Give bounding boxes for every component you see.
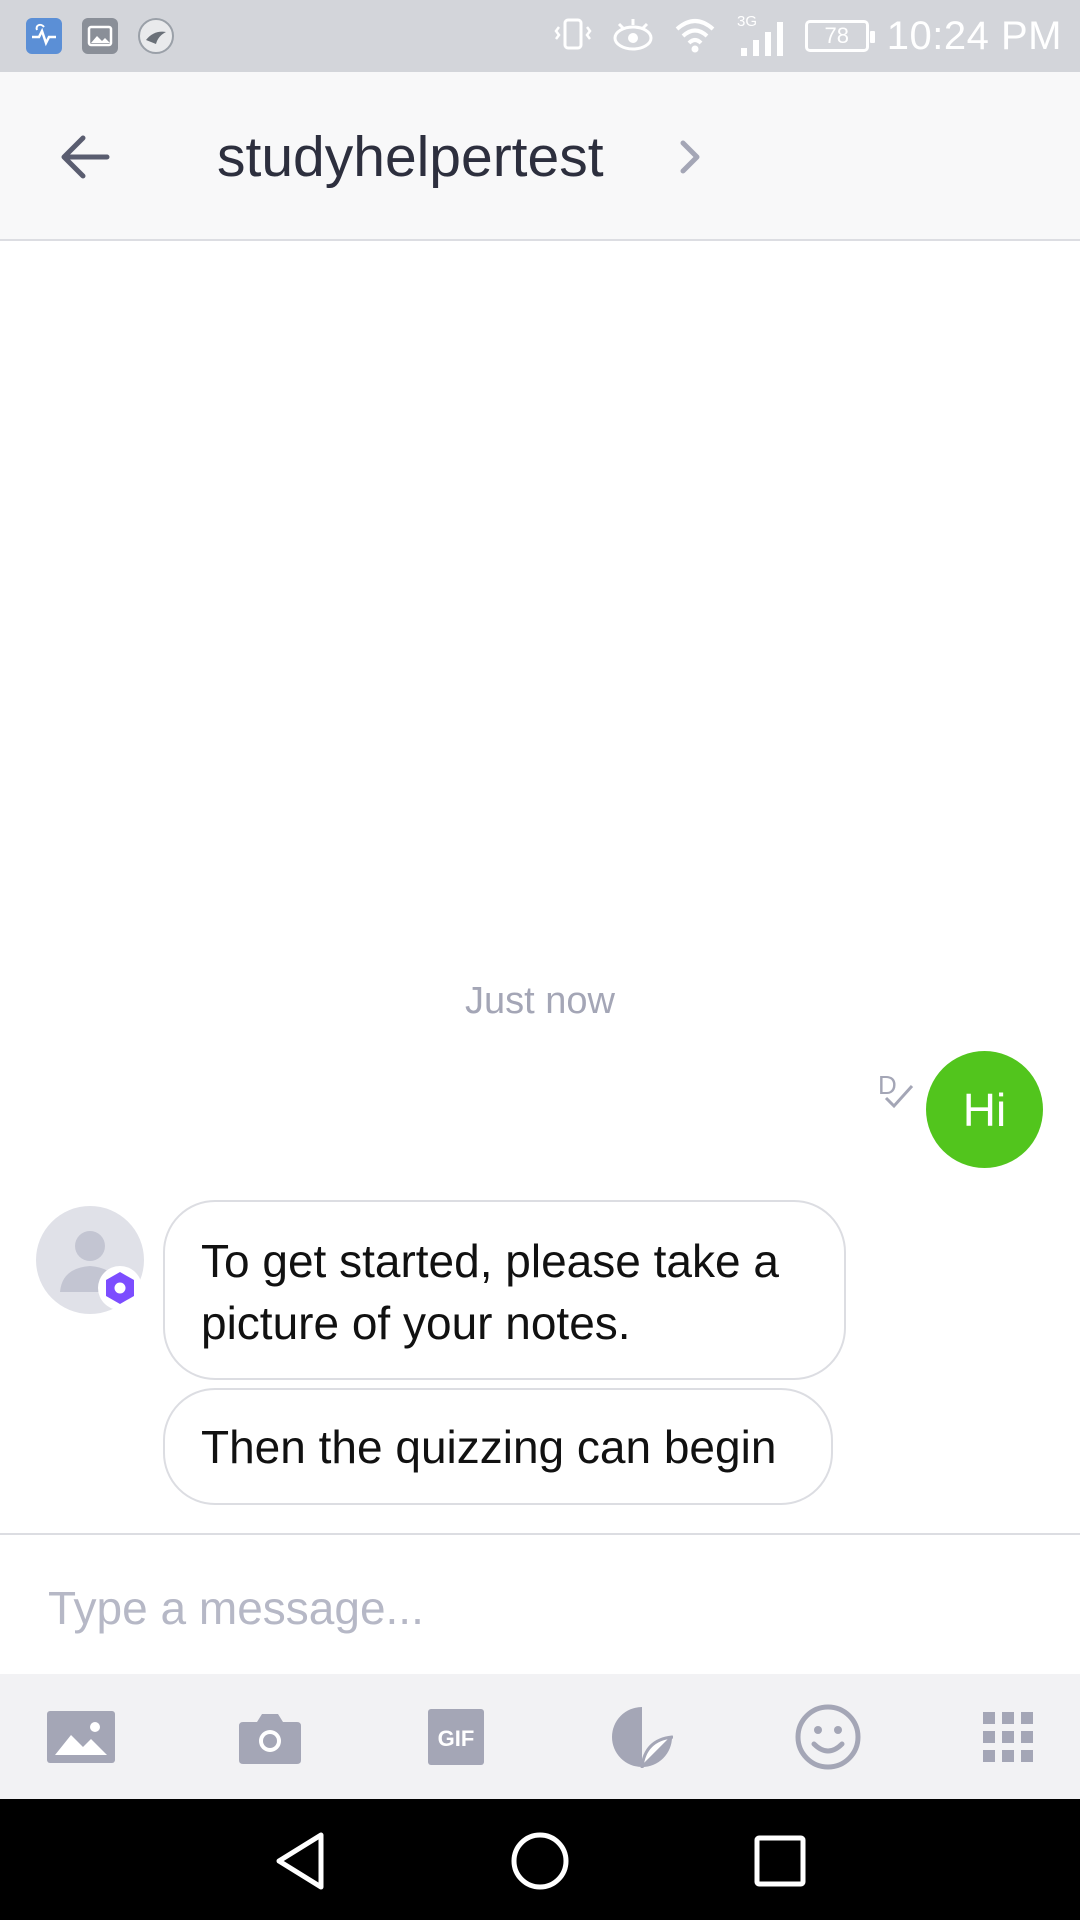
image-icon[interactable] <box>46 1704 116 1770</box>
notification-icons <box>26 18 174 54</box>
received-message-text: Then the quizzing can begin <box>201 1420 777 1473</box>
bot-badge-icon <box>98 1266 142 1310</box>
read-indicator-label: D <box>878 1070 897 1100</box>
back-button[interactable] <box>50 122 120 192</box>
apps-grid-icon[interactable] <box>973 1704 1043 1770</box>
cell-signal-icon: 3G <box>735 12 787 61</box>
sent-message-text: Hi <box>962 1083 1007 1136</box>
status-bar: 3G 78 10:24 PM <box>0 0 1080 72</box>
heart-monitor-icon <box>26 18 62 54</box>
gif-icon[interactable]: GIF <box>421 1704 491 1770</box>
read-indicator: D <box>878 1070 916 1114</box>
battery-level: 78 <box>824 23 850 48</box>
sticker-icon[interactable] <box>607 1704 677 1770</box>
chat-title[interactable]: studyhelpertest <box>217 122 604 192</box>
composer-toolbar: GIF <box>0 1674 1080 1799</box>
system-nav-bar <box>0 1799 1080 1920</box>
message-timestamp: Just now <box>465 980 615 1022</box>
composer-divider <box>0 1533 1080 1535</box>
gif-label: GIF <box>438 1726 475 1751</box>
chevron-right-icon[interactable] <box>668 134 712 180</box>
network-type-label: 3G <box>737 13 757 30</box>
received-message-bubble[interactable]: Then the quizzing can begin <box>163 1388 833 1505</box>
bird-icon <box>138 18 174 54</box>
received-message-bubble[interactable]: To get started, please take a picture of… <box>163 1200 846 1380</box>
sent-message-bubble[interactable]: Hi <box>926 1051 1043 1168</box>
gallery-icon <box>82 18 118 54</box>
back-arrow-icon <box>61 135 110 179</box>
nav-home-icon[interactable] <box>508 1829 572 1893</box>
wifi-icon <box>673 14 717 59</box>
camera-icon[interactable] <box>235 1704 305 1770</box>
status-icons: 3G 78 10:24 PM <box>553 10 1062 62</box>
eye-comfort-icon <box>611 14 655 59</box>
received-message-text: To get started, please take a picture of… <box>201 1235 779 1349</box>
nav-back-icon[interactable] <box>268 1829 332 1893</box>
status-time: 10:24 PM <box>886 13 1062 58</box>
emoji-icon[interactable] <box>793 1704 863 1770</box>
message-input[interactable] <box>48 1568 1038 1648</box>
battery-icon: 78 <box>804 20 875 52</box>
vibrate-icon <box>553 14 593 59</box>
chat-header: studyhelpertest <box>0 72 1080 241</box>
nav-recents-icon[interactable] <box>748 1829 812 1893</box>
